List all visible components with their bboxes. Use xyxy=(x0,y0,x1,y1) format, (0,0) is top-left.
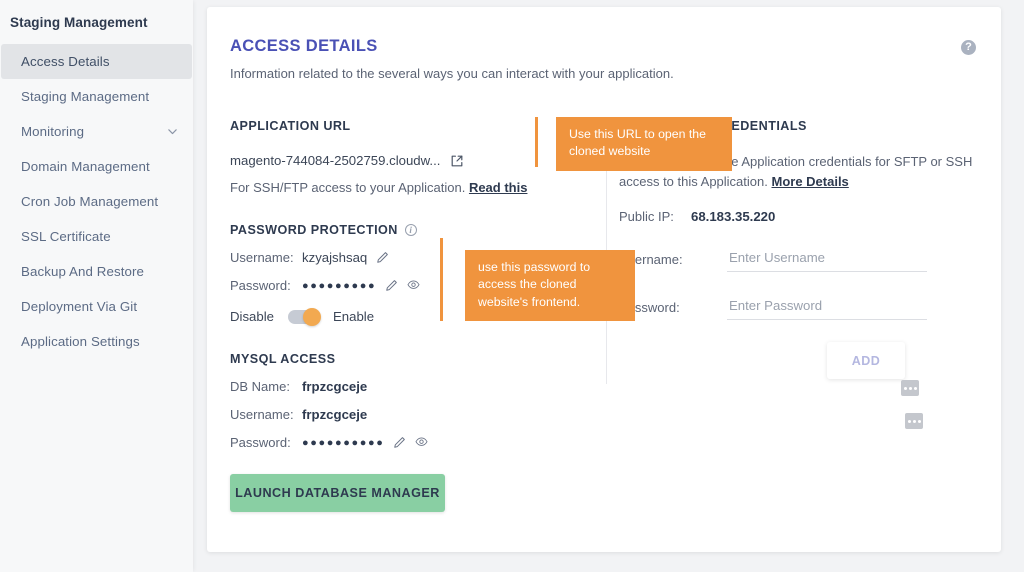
mysql-password-value: ●●●●●●●●●● xyxy=(302,436,385,449)
page-subtitle: Information related to the several ways … xyxy=(230,66,674,81)
dot xyxy=(903,386,907,390)
sidebar: Staging Management Access Details Stagin… xyxy=(0,0,193,572)
sidebar-item-label: Monitoring xyxy=(21,124,85,139)
mysql-access-heading: MYSQL ACCESS xyxy=(230,352,590,366)
mysql-username-row: Username: frpzcgceje xyxy=(230,407,590,422)
read-this-link[interactable]: Read this xyxy=(469,180,528,195)
sidebar-item-label: Access Details xyxy=(21,54,110,69)
password-protection-heading: PASSWORD PROTECTION i xyxy=(230,223,590,237)
callout-accent-bar xyxy=(535,117,538,167)
callout-url-tooltip: Use this URL to open the cloned website xyxy=(535,117,732,171)
sidebar-item-label: Backup And Restore xyxy=(21,264,145,279)
more-details-link[interactable]: More Details xyxy=(771,174,848,189)
row-menu-icon[interactable] xyxy=(901,380,919,396)
sidebar-item-deployment-via-git[interactable]: Deployment Via Git xyxy=(1,289,192,324)
edit-pencil-icon[interactable] xyxy=(393,436,406,449)
toggle-disable-label: Disable xyxy=(230,309,274,324)
show-password-eye-icon[interactable] xyxy=(407,279,420,292)
credentials-username-label: Username: xyxy=(619,251,683,267)
pp-password-label: Password: xyxy=(230,278,291,293)
public-ip-value: 68.183.35.220 xyxy=(691,209,776,224)
application-url-heading-label: APPLICATION URL xyxy=(230,119,351,133)
mysql-username-value: frpzcgceje xyxy=(302,407,368,422)
callout-password-text: use this password to access the cloned w… xyxy=(465,250,635,322)
sidebar-item-access-details[interactable]: Access Details xyxy=(1,44,192,79)
sidebar-item-label: Deployment Via Git xyxy=(21,299,138,314)
credentials-username-row: Username: xyxy=(619,246,989,272)
application-url-value: magento-744084-2502759.cloudw... xyxy=(230,153,441,168)
mysql-dbname-row: DB Name: frpzcgceje xyxy=(230,379,590,394)
sidebar-item-domain-management[interactable]: Domain Management xyxy=(1,149,192,184)
dot xyxy=(907,419,911,423)
mysql-dbname-label: DB Name: xyxy=(230,379,290,394)
sidebar-item-label: Staging Management xyxy=(21,89,150,104)
toggle-enable-label: Enable xyxy=(332,309,375,324)
dot xyxy=(912,419,916,423)
ssh-info-text: For SSH/FTP access to your Application. xyxy=(230,180,466,195)
public-ip-label: Public IP: xyxy=(619,209,674,224)
page-title: ACCESS DETAILS xyxy=(230,37,378,55)
mysql-password-row: Password: ●●●●●●●●●● xyxy=(230,435,590,450)
edit-pencil-icon[interactable] xyxy=(376,251,389,264)
dot xyxy=(917,419,921,423)
pp-password-value: ●●●●●●●●● xyxy=(302,279,377,292)
sidebar-title: Staging Management xyxy=(10,15,148,30)
pp-username-label: Username: xyxy=(230,250,294,265)
sidebar-item-ssl-certificate[interactable]: SSL Certificate xyxy=(1,219,192,254)
chevron-down-icon[interactable] xyxy=(167,126,178,137)
row-menu-icon[interactable] xyxy=(905,413,923,429)
callout-password-tooltip: use this password to access the cloned w… xyxy=(440,238,635,322)
credentials-password-label: Password: xyxy=(619,299,680,315)
callout-url-text: Use this URL to open the cloned website xyxy=(556,117,732,171)
mysql-dbname-value: frpzcgceje xyxy=(302,379,368,394)
public-ip-row: Public IP: 68.183.35.220 xyxy=(619,209,989,224)
help-icon[interactable]: ? xyxy=(961,40,976,55)
sidebar-item-label: Domain Management xyxy=(21,159,150,174)
sidebar-item-label: Application Settings xyxy=(21,334,140,349)
add-credential-button[interactable]: ADD xyxy=(827,342,905,379)
edit-pencil-icon[interactable] xyxy=(385,279,398,292)
sidebar-item-monitoring[interactable]: Monitoring xyxy=(1,114,192,149)
password-input[interactable] xyxy=(727,294,927,320)
mysql-username-label: Username: xyxy=(230,407,294,422)
launch-database-manager-button[interactable]: LAUNCH DATABASE MANAGER xyxy=(230,474,445,512)
ssh-info-line: For SSH/FTP access to your Application. … xyxy=(230,180,590,195)
password-protection-toggle[interactable] xyxy=(287,307,321,326)
show-password-eye-icon[interactable] xyxy=(415,436,428,449)
sidebar-item-label: SSL Certificate xyxy=(21,229,111,244)
info-icon[interactable]: i xyxy=(404,224,417,236)
credentials-password-row: Password: xyxy=(619,294,989,320)
dot xyxy=(913,386,917,390)
username-input[interactable] xyxy=(727,246,927,272)
page-root: Staging Management Access Details Stagin… xyxy=(0,0,1024,572)
sidebar-item-application-settings[interactable]: Application Settings xyxy=(1,324,192,359)
dot xyxy=(908,386,912,390)
password-protection-heading-label: PASSWORD PROTECTION xyxy=(230,223,398,237)
callout-accent-bar xyxy=(440,238,443,321)
sidebar-item-cron-job-management[interactable]: Cron Job Management xyxy=(1,184,192,219)
external-link-icon[interactable] xyxy=(450,154,464,168)
sidebar-item-label: Cron Job Management xyxy=(21,194,159,209)
sidebar-item-backup-and-restore[interactable]: Backup And Restore xyxy=(1,254,192,289)
mysql-password-label: Password: xyxy=(230,435,291,450)
mysql-access-heading-label: MYSQL ACCESS xyxy=(230,352,336,366)
toggle-knob xyxy=(302,307,321,326)
pp-username-value: kzyajshsaq xyxy=(302,250,368,265)
sidebar-item-staging-management[interactable]: Staging Management xyxy=(1,79,192,114)
